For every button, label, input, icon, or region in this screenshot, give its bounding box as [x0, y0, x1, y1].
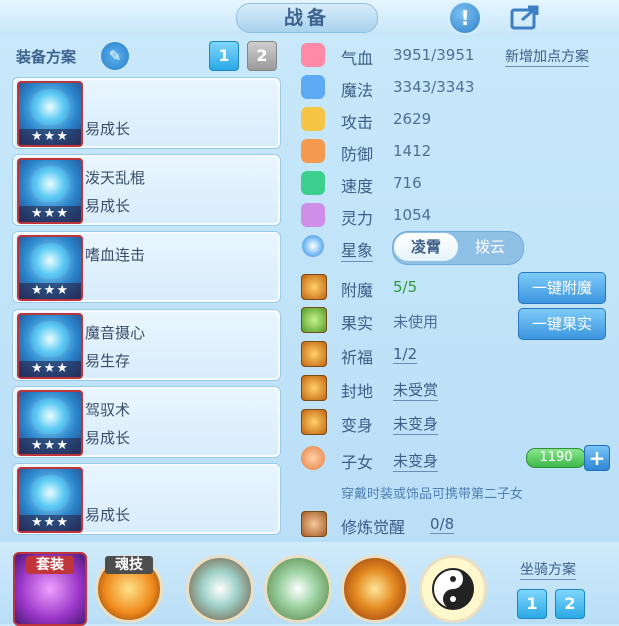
star-rating: ★★★ — [19, 438, 81, 454]
mount-skill-4[interactable] — [419, 555, 487, 623]
yin-yang-icon — [432, 568, 474, 610]
enchant-icon — [301, 274, 327, 300]
star-rating: ★★★ — [19, 361, 81, 377]
soul-skill-label: 魂技 — [105, 556, 153, 574]
equip-name: 嗜血连击 — [85, 246, 146, 264]
fruit-icon — [301, 307, 327, 333]
stat-label-mp: 魔法 — [341, 81, 374, 100]
equip-slot-4[interactable]: ★★★ 魔音摄心 易生存 — [12, 309, 281, 381]
blessing-icon — [301, 341, 327, 367]
fief-icon — [301, 375, 327, 401]
equip-name: 魔音摄心 — [85, 324, 146, 342]
blessing-label: 祈福 — [341, 348, 374, 367]
page-title: 战备 — [236, 3, 378, 33]
stat-label-defense: 防御 — [341, 145, 374, 164]
stat-label-spirit: 灵力 — [341, 209, 374, 228]
soul-skill-button[interactable]: 魂技 — [95, 555, 163, 623]
spirit-icon — [301, 203, 325, 227]
enchant-value: 5/5 — [393, 278, 418, 296]
child-label: 子女 — [341, 453, 374, 472]
equip-slot-6[interactable]: ★★★ 易成长 — [12, 463, 281, 535]
mount-scheme-label[interactable]: 坐骑方案 — [520, 559, 576, 580]
equipment-icon: ★★★ — [17, 390, 83, 456]
share-icon — [510, 5, 539, 30]
plus-icon: + — [588, 446, 606, 470]
fruit-value: 未使用 — [393, 313, 439, 331]
equipment-icon: ★★★ — [17, 81, 83, 147]
mana-icon — [301, 75, 325, 99]
equip-slot-2[interactable]: ★★★ 泼天乱棍 易成长 — [12, 154, 281, 226]
speed-icon — [301, 171, 325, 195]
transform-label: 变身 — [341, 416, 374, 435]
child-hint: 穿戴时装或饰品可携带第二子女 — [341, 487, 524, 502]
equip-name: 泼天乱棍 — [85, 169, 146, 187]
stat-value-hp: 3951/3951 — [393, 46, 475, 64]
star-rating: ★★★ — [19, 283, 81, 299]
constellation-option-lingxiao[interactable]: 凌霄 — [394, 233, 458, 261]
equip-slot-1[interactable]: ★★★ 易成长 — [12, 77, 281, 149]
stat-label-hp: 气血 — [341, 49, 374, 68]
stat-label-attack: 攻击 — [341, 113, 374, 132]
equip-desc: 易成长 — [85, 120, 131, 138]
equip-desc: 易成长 — [85, 197, 131, 215]
stat-label-speed: 速度 — [341, 177, 374, 196]
child-value[interactable]: 未变身 — [393, 450, 439, 472]
edit-scheme-button[interactable]: ✎ — [100, 41, 130, 71]
stat-value-defense: 1412 — [393, 142, 432, 160]
fief-value[interactable]: 未受赏 — [393, 379, 439, 401]
sword-icon — [301, 107, 325, 131]
constellation-label[interactable]: 星象 — [341, 237, 374, 262]
fief-label: 封地 — [341, 382, 374, 401]
constellation-option-boyun[interactable]: 拨云 — [460, 233, 520, 261]
equip-scheme-tab-1[interactable]: 1 — [209, 41, 239, 71]
mount-scheme-tab-1[interactable]: 1 — [517, 589, 547, 619]
equipment-icon: ★★★ — [17, 313, 83, 379]
fruit-label: 果实 — [341, 314, 374, 333]
equipment-icon: ★★★ — [17, 158, 83, 224]
star-rating: ★★★ — [19, 206, 81, 222]
one-click-enchant-button[interactable]: 一键附魔 — [518, 272, 606, 304]
transform-icon — [301, 409, 327, 435]
child-icon — [301, 446, 325, 470]
equip-name: 驾驭术 — [85, 401, 131, 419]
mount-skill-2[interactable] — [264, 555, 332, 623]
pencil-icon: ✎ — [108, 47, 122, 65]
equip-scheme-tab-2[interactable]: 2 — [247, 41, 277, 71]
stat-value-attack: 2629 — [393, 110, 432, 128]
mount-skill-3[interactable] — [341, 555, 409, 623]
blessing-value[interactable]: 1/2 — [393, 345, 418, 364]
mount-skill-1[interactable] — [186, 555, 254, 623]
stat-value-mp: 3343/3343 — [393, 78, 475, 96]
set-label: 套装 — [26, 556, 74, 574]
equip-slot-5[interactable]: ★★★ 驾驭术 易成长 — [12, 386, 281, 458]
heart-icon — [301, 43, 325, 67]
set-button[interactable]: 套装 — [13, 552, 87, 626]
star-rating: ★★★ — [19, 515, 81, 531]
equip-slot-3[interactable]: ★★★ 嗜血连击 — [12, 231, 281, 303]
equip-desc: 易成长 — [85, 429, 131, 447]
star-rating: ★★★ — [19, 129, 81, 145]
stat-value-speed: 716 — [393, 174, 422, 192]
exclamation-icon: ! — [460, 6, 470, 30]
shield-icon — [301, 139, 325, 163]
one-click-fruit-button[interactable]: 一键果实 — [518, 308, 606, 340]
star-icon — [302, 235, 324, 257]
transform-value[interactable]: 未变身 — [393, 413, 439, 435]
awaken-value[interactable]: 0/8 — [430, 515, 455, 534]
equipment-icon: ★★★ — [17, 467, 83, 533]
add-button[interactable]: + — [584, 445, 610, 471]
mount-scheme-tab-2[interactable]: 2 — [555, 589, 585, 619]
stat-value-spirit: 1054 — [393, 206, 432, 224]
awaken-label: 修炼觉醒 — [341, 518, 406, 537]
equipment-icon: ★★★ — [17, 235, 83, 301]
add-points-scheme-link[interactable]: 新增加点方案 — [505, 46, 589, 67]
equip-scheme-label: 装备方案 — [16, 48, 77, 66]
enchant-label: 附魔 — [341, 281, 374, 300]
child-value-bar: 1190 — [526, 448, 586, 468]
equip-desc: 易生存 — [85, 352, 131, 370]
awaken-icon — [301, 511, 327, 537]
help-button[interactable]: ! — [448, 1, 482, 35]
equip-desc: 易成长 — [85, 506, 131, 524]
share-button[interactable] — [506, 2, 546, 32]
